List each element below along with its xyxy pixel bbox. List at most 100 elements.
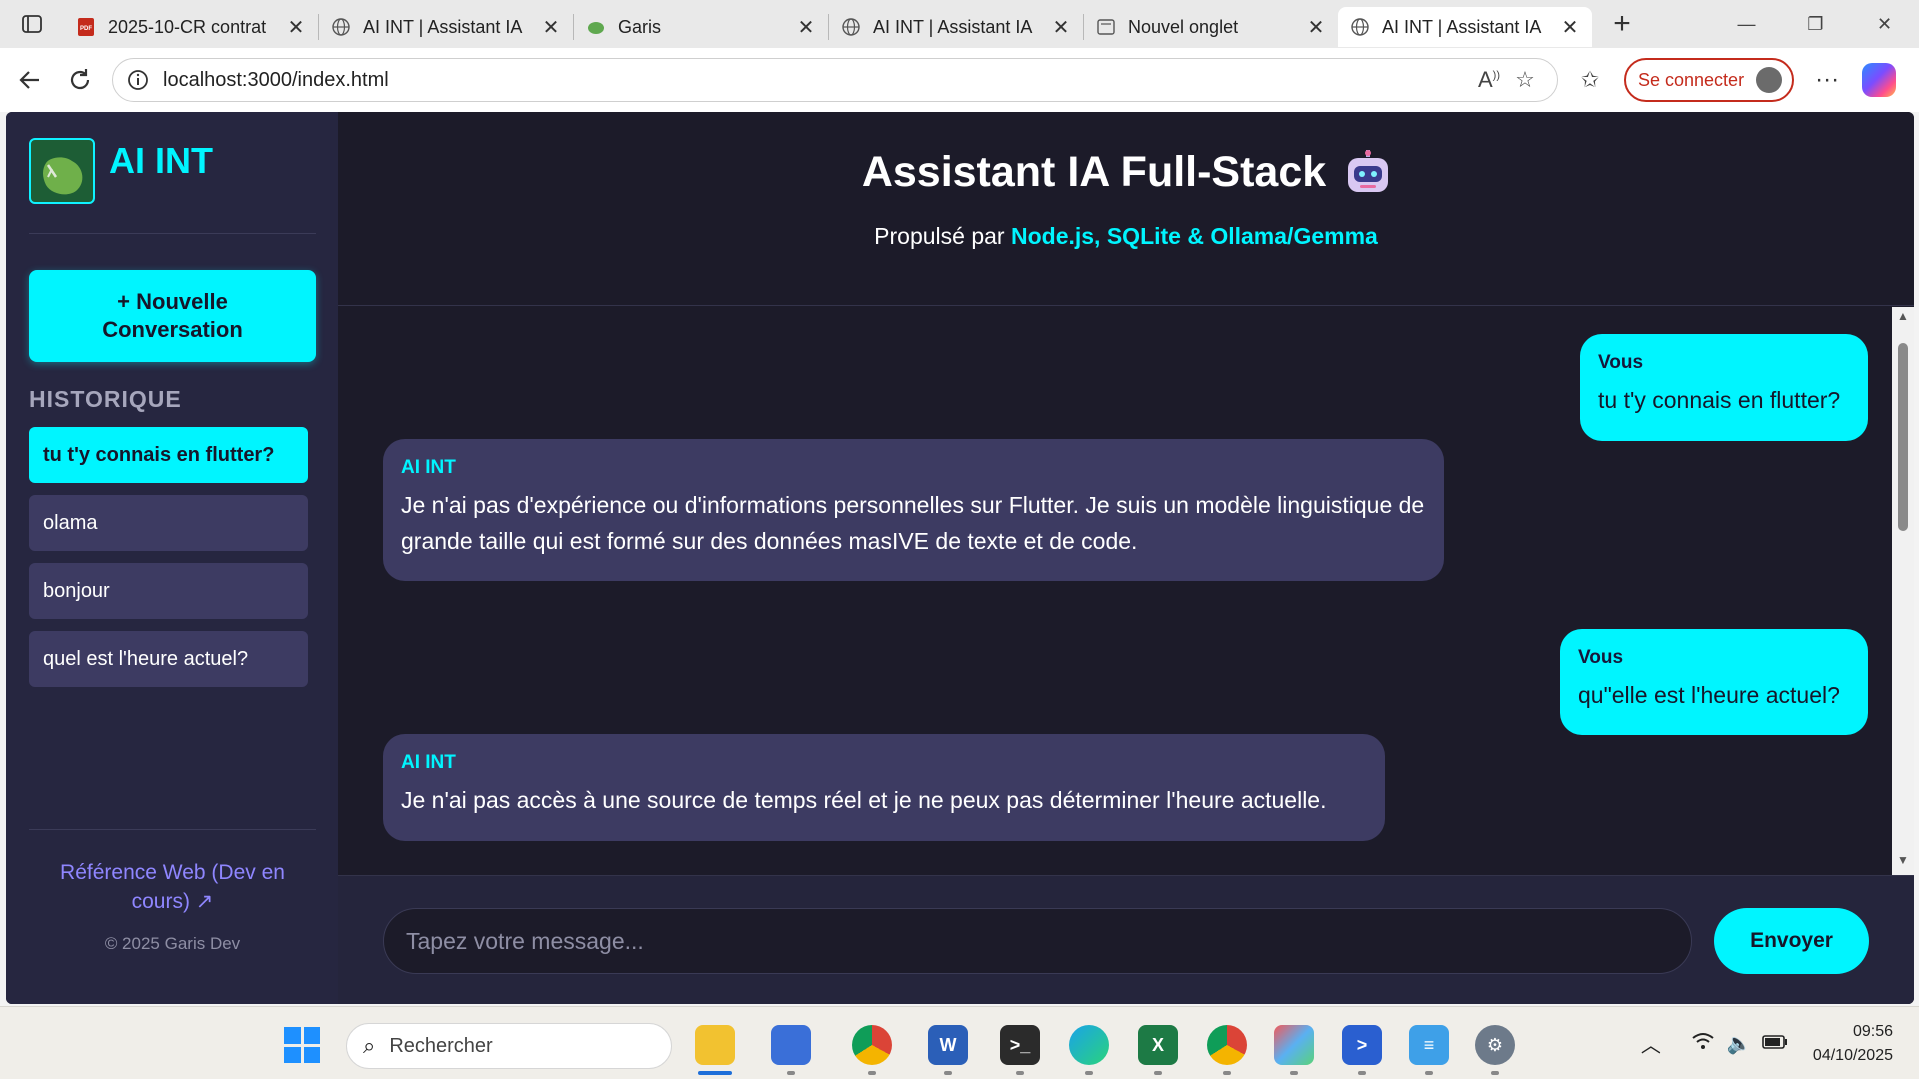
battery-glyph (1762, 1035, 1787, 1049)
tab-actions-button[interactable] (0, 0, 64, 48)
send-button[interactable]: Envoyer (1714, 908, 1869, 974)
history-item[interactable]: quel est l'heure actuel? (29, 631, 308, 687)
copilot-icon[interactable] (1862, 63, 1897, 97)
message-text: Je n'ai pas d'expérience ou d'informatio… (401, 492, 1425, 554)
file-explorer-icon[interactable] (695, 1025, 735, 1065)
newtab-icon (1097, 19, 1115, 35)
browser-tab[interactable]: Garis ✕ (574, 7, 828, 47)
close-icon[interactable]: ✕ (1560, 15, 1580, 40)
scrollbar-thumb[interactable] (1898, 343, 1908, 531)
copyright: © 2025 Garis Dev (104, 934, 241, 953)
close-icon[interactable]: ✕ (541, 15, 561, 40)
scroll-up-icon[interactable]: ▲ (1892, 309, 1914, 329)
sidebar-footer: Référence Web (Dev en cours) ↗ © 2025 Ga… (29, 829, 316, 954)
chat-header: Assistant IA Full-Stack Propulsé par Nod… (338, 112, 1914, 306)
history-item[interactable]: bonjour (29, 563, 308, 619)
read-aloud-icon[interactable]: A)) (1471, 67, 1507, 93)
more-options-icon[interactable]: ··· (1802, 66, 1852, 94)
new-conversation-button[interactable]: + Nouvelle Conversation (29, 270, 316, 362)
message-author: AI INT (401, 752, 456, 773)
sign-in-button[interactable]: Se connecter (1624, 58, 1795, 102)
arrow-left-icon (19, 71, 39, 89)
message-list: Vous tu t'y connais en flutter? AI INT J… (338, 307, 1914, 875)
browser-tab-active[interactable]: AI INT | Assistant IA ✕ (1338, 7, 1592, 47)
word-icon[interactable]: W (928, 1025, 968, 1065)
info-icon[interactable] (127, 69, 149, 91)
chat-app: AI INT + Nouvelle Conversation HISTORIQU… (6, 112, 1914, 1004)
battery-icon[interactable] (1757, 1032, 1793, 1055)
message-composer: Envoyer (338, 875, 1914, 1004)
powershell-icon[interactable]: > (1342, 1025, 1382, 1065)
chevron-up-icon[interactable]: ︿ (1633, 1029, 1669, 1058)
browser-tab[interactable]: PDF 2025-10-CR contrat ✕ (64, 7, 318, 47)
clock-date: 04/10/2025 (1812, 1046, 1893, 1064)
url-field[interactable]: localhost:3000/index.html A)) ☆ (112, 58, 1558, 102)
tab-title: AI INT | Assistant IA (1382, 16, 1542, 37)
close-icon[interactable]: ✕ (1306, 15, 1326, 40)
search-icon: ⌕ (363, 1033, 376, 1058)
browser-tab[interactable]: AI INT | Assistant IA ✕ (319, 7, 573, 47)
close-icon[interactable]: ✕ (1051, 15, 1071, 40)
sign-in-label: Se connecter (1638, 69, 1745, 90)
reference-web-link[interactable]: Référence Web (Dev en cours) ↗ (29, 858, 316, 916)
close-window-icon[interactable]: ✕ (1850, 0, 1919, 48)
message-input[interactable] (383, 908, 1692, 974)
wifi-icon[interactable] (1685, 1032, 1721, 1056)
leaf-logo-icon (34, 143, 90, 199)
ai-message: AI INT Je n'ai pas accès à une source de… (383, 734, 1385, 841)
close-icon[interactable]: ✕ (796, 15, 816, 40)
app-indicator (1085, 1071, 1093, 1075)
back-button[interactable] (10, 60, 50, 100)
app-indicator (944, 1071, 952, 1075)
taskbar-search[interactable]: ⌕ Rechercher (346, 1023, 672, 1069)
history-title: HISTORIQUE (29, 386, 182, 412)
terminal-icon[interactable]: >_ (1000, 1025, 1040, 1065)
notepad-icon[interactable]: ≡ (1409, 1025, 1449, 1065)
page-subtitle: Propulsé par Node.js, SQLite & Ollama/Ge… (338, 223, 1914, 250)
chrome-profile-icon[interactable] (1207, 1025, 1247, 1065)
browser-tab[interactable]: AI INT | Assistant IA ✕ (829, 7, 1083, 47)
tab-title: Nouvel onglet (1128, 16, 1239, 37)
excel-icon[interactable]: X (1138, 1025, 1178, 1065)
page-title-row: Assistant IA Full-Stack (862, 148, 1390, 197)
brand-name: AI INT (109, 140, 213, 181)
reload-icon (70, 69, 90, 90)
colorful-app-icon[interactable] (1274, 1025, 1314, 1065)
app-indicator (1491, 1071, 1499, 1075)
subtitle-prefix: Propulsé par (874, 223, 1011, 249)
leaf-icon (588, 22, 604, 34)
scroll-down-icon[interactable]: ▼ (1892, 853, 1914, 873)
favorites-icon[interactable]: ✩ (1572, 67, 1608, 93)
ai-message: AI INT Je n'ai pas d'expérience ou d'inf… (383, 439, 1444, 581)
close-icon[interactable]: ✕ (286, 15, 306, 40)
user-message: Vous tu t'y connais en flutter? (1580, 334, 1868, 441)
new-tab-button[interactable]: + (1598, 4, 1646, 44)
tab-title: 2025-10-CR contrat (108, 16, 267, 37)
history-list: tu t'y connais en flutter? olama bonjour… (29, 427, 316, 687)
settings-gear-icon[interactable]: ⚙ (1475, 1025, 1515, 1065)
app-indicator (1425, 1071, 1433, 1075)
history-item[interactable]: tu t'y connais en flutter? (29, 427, 308, 483)
clock[interactable]: 09:56 04/10/2025 (1813, 1020, 1893, 1068)
reload-button[interactable] (60, 60, 100, 100)
logo (29, 138, 95, 204)
tab-title: AI INT | Assistant IA (873, 16, 1033, 37)
app-indicator (1154, 1071, 1162, 1075)
favorite-star-icon[interactable]: ☆ (1507, 67, 1543, 93)
browser-tab[interactable]: Nouvel onglet ✕ (1084, 7, 1338, 47)
message-scrollbar[interactable]: ▲ ▼ (1892, 307, 1914, 875)
message-text: qu"elle est l'heure actuel? (1578, 682, 1840, 708)
tab-title: AI INT | Assistant IA (363, 16, 523, 37)
windows-start-icon[interactable] (284, 1027, 320, 1063)
tab-title: Garis (618, 16, 662, 37)
window-controls: — ❐ ✕ (1712, 0, 1919, 48)
tech-stack: Node.js, SQLite & Ollama/Gemma (1010, 223, 1378, 249)
network-tool-icon[interactable] (771, 1025, 811, 1065)
restore-icon[interactable]: ❐ (1781, 0, 1850, 48)
edge-icon[interactable] (1069, 1025, 1109, 1065)
history-item[interactable]: olama (29, 495, 308, 551)
volume-icon[interactable]: 🔈 (1721, 1031, 1757, 1056)
chrome-icon[interactable] (852, 1025, 892, 1065)
app-indicator (868, 1071, 876, 1075)
minimize-icon[interactable]: — (1712, 0, 1781, 48)
